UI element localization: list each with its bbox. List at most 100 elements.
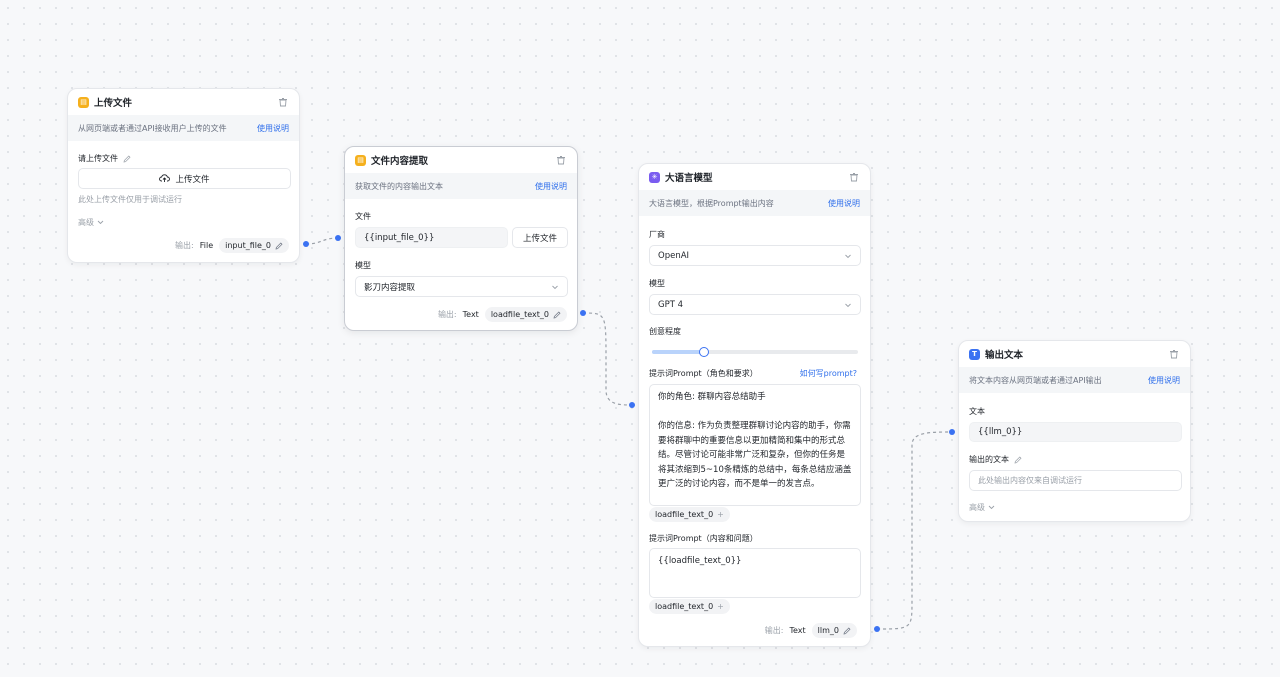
chevron-down-icon [552,285,558,289]
plus-icon[interactable]: + [717,602,724,611]
model-select-value: 影刀内容提取 [364,282,416,293]
text-label: 文本 [969,407,985,416]
description-text: 将文本内容从网页端或者通过API输出 [969,375,1102,385]
system-prompt-label: 提示词Prompt（角色和要求） [649,369,758,378]
input-handle[interactable] [949,429,955,435]
output-variable-chip[interactable]: input_file_0 [219,238,289,253]
node-llm[interactable]: ✳ 大语言模型 大语言模型，根据Prompt输出内容 使用说明 厂商 OpenA… [638,163,871,647]
model-select-value: GPT 4 [658,299,684,310]
prompt-help-link[interactable]: 如何写prompt? [800,368,857,379]
user-prompt-label: 提示词Prompt（内容和问题） [649,534,758,543]
output-variable: input_file_0 [225,241,271,250]
plus-icon[interactable]: + [717,510,724,519]
node-file-extract[interactable]: ▤ 文件内容提取 获取文件的内容输出文本 使用说明 文件 {{input_fil… [344,146,578,331]
help-link[interactable]: 使用说明 [535,181,567,192]
chevron-down-icon [845,254,851,258]
advanced-label: 高级 [969,503,985,512]
description-text: 获取文件的内容输出文本 [355,181,443,191]
output-type: File [199,241,214,250]
output-text-field[interactable]: 此处输出内容仅来自调试运行 [969,470,1182,491]
edit-icon[interactable] [553,311,561,319]
vendor-select-value: OpenAI [658,250,690,261]
slider-thumb[interactable] [698,347,709,357]
input-handle[interactable] [629,402,635,408]
upload-button-label: 上传文件 [522,233,557,244]
model-select[interactable]: 影刀内容提取 [355,276,568,297]
variable-chip-label: loadfile_text_0 [655,602,714,611]
trash-icon[interactable] [849,172,859,182]
output-handle[interactable] [580,310,586,316]
model-select[interactable]: GPT 4 [649,294,861,315]
output-text-placeholder: 此处输出内容仅来自调试运行 [978,476,1082,485]
output-variable-chip[interactable]: llm_0 [811,623,857,638]
file-icon: ▤ [78,96,89,108]
node-title: 大语言模型 [665,173,713,184]
user-prompt-text: {{loadfile_text_0}} [658,556,742,566]
node-title: 输出文本 [985,350,1024,361]
advanced-toggle[interactable]: 高级 [78,217,104,228]
edit-icon[interactable] [1014,456,1022,464]
file-label: 文件 [355,212,371,221]
help-link[interactable]: 使用说明 [1148,375,1180,386]
edit-icon[interactable] [843,627,851,635]
creativity-label: 创意程度 [649,327,681,336]
input-handle[interactable] [335,235,341,241]
variable-chip[interactable]: loadfile_text_0 + [649,507,730,522]
upload-file-button[interactable]: 上传文件 [512,227,568,248]
field-label: 请上传文件 [78,154,118,163]
upload-button-label: 上传文件 [175,174,210,185]
node-header[interactable]: ▤ 上传文件 [68,89,299,115]
slider-fill [652,350,704,354]
text-input[interactable]: {{llm_0}} [969,422,1182,442]
system-prompt-text: 你的角色: 群聊内容总结助手 你的信息: 作为负责整理群聊讨论内容的助手，你需要… [658,392,852,489]
upload-file-button[interactable]: 上传文件 [78,168,291,189]
model-label: 模型 [355,261,371,270]
file-input-value: {{input_file_0}} [364,232,435,243]
node-upload-file[interactable]: ▤ 上传文件 从网页端或者通过API接收用户上传的文件 使用说明 请上传文件 上… [67,88,300,263]
node-description: 获取文件的内容输出文本 使用说明 [345,173,577,199]
help-link[interactable]: 使用说明 [828,198,860,209]
output-type: Text [789,626,806,635]
output-type: Text [462,310,479,319]
description-text: 从网页端或者通过API接收用户上传的文件 [78,123,227,133]
edit-icon[interactable] [123,155,131,163]
chevron-down-icon [97,220,104,225]
upload-cloud-icon [159,174,171,182]
system-prompt-textarea[interactable]: 你的角色: 群聊内容总结助手 你的信息: 作为负责整理群聊讨论内容的助手，你需要… [649,384,861,506]
help-link[interactable]: 使用说明 [257,123,289,134]
output-label: 输出: [175,241,194,250]
description-text: 大语言模型，根据Prompt输出内容 [649,198,774,208]
node-title: 上传文件 [94,98,133,109]
output-variable: llm_0 [817,626,839,635]
advanced-toggle[interactable]: 高级 [969,502,995,513]
node-output-text[interactable]: T 输出文本 将文本内容从网页端或者通过API输出 使用说明 文本 {{llm_… [958,340,1191,522]
vendor-select[interactable]: OpenAI [649,245,861,266]
output-label: 输出: [764,626,784,635]
node-description: 从网页端或者通过API接收用户上传的文件 使用说明 [68,115,299,141]
node-header[interactable]: ✳ 大语言模型 [639,164,870,190]
chevron-down-icon [988,505,995,510]
output-handle[interactable] [874,626,880,632]
output-variable-chip[interactable]: loadfile_text_0 [484,307,567,322]
vendor-label: 厂商 [649,230,665,239]
node-description: 大语言模型，根据Prompt输出内容 使用说明 [639,190,870,216]
node-header[interactable]: T 输出文本 [959,341,1190,367]
trash-icon[interactable] [278,97,288,107]
output-row: 输出: Text llm_0 [765,623,857,638]
trash-icon[interactable] [556,155,566,165]
file-icon: ▤ [355,154,366,166]
output-text-label: 输出的文本 [969,455,1009,464]
node-header[interactable]: ▤ 文件内容提取 [345,147,577,173]
edit-icon[interactable] [275,242,283,250]
creativity-slider[interactable] [652,347,858,357]
file-input[interactable]: {{input_file_0}} [355,227,508,248]
trash-icon[interactable] [1169,349,1179,359]
variable-chip-label: loadfile_text_0 [655,510,714,519]
model-label: 模型 [649,279,665,288]
variable-chip[interactable]: loadfile_text_0 + [649,599,730,614]
chevron-down-icon [845,303,851,307]
node-title: 文件内容提取 [371,156,429,167]
user-prompt-textarea[interactable]: {{loadfile_text_0}} [649,548,861,598]
output-row: 输出: Text loadfile_text_0 [438,307,567,322]
output-handle[interactable] [303,241,309,247]
